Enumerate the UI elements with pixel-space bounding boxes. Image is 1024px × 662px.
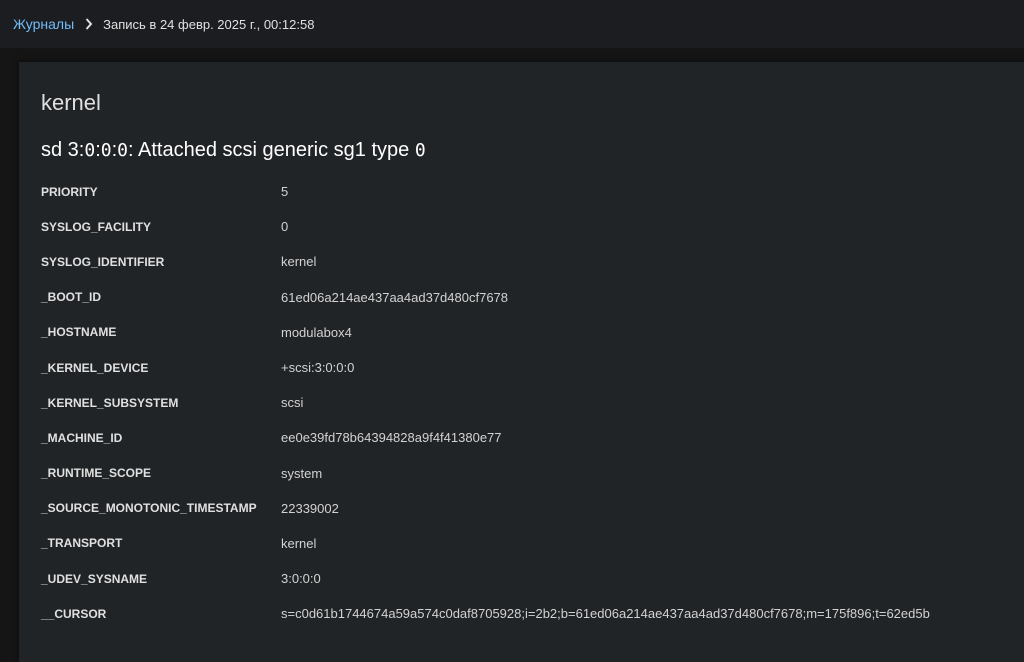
message-digit: 0 — [100, 140, 112, 161]
field-key: SYSLOG_IDENTIFIER — [41, 254, 165, 269]
field-row: _TRANSPORT kernel — [41, 526, 1024, 561]
breadcrumb-logs-link[interactable]: Журналы — [13, 16, 74, 32]
field-row: _UDEV_SYSNAME 3:0:0:0 — [41, 561, 1024, 596]
field-value: kernel — [281, 254, 317, 270]
field-value: kernel — [281, 535, 317, 551]
field-key: _RUNTIME_SCOPE — [41, 466, 152, 481]
field-value: 3:0:0:0 — [281, 571, 321, 587]
breadcrumb: Журналы Запись в 24 февр. 2025 г., 00:12… — [13, 16, 314, 32]
field-value: 61ed06a214ae437aa4ad37d480cf7678 — [281, 289, 509, 305]
field-value: modulabox4 — [281, 324, 352, 340]
field-key: _MACHINE_ID — [41, 430, 123, 445]
entry-message: sd 3:0:0:0: Attached scsi generic sg1 ty… — [41, 139, 426, 162]
field-key: PRIORITY — [41, 184, 98, 199]
message-digit: 0 — [117, 140, 129, 161]
field-value: ee0e39fd78b64394828a9f4f41380e77 — [281, 430, 502, 446]
field-row: _KERNEL_SUBSYSTEM scsi — [41, 385, 1024, 420]
log-entry-card: kernel sd 3:0:0:0: Attached scsi generic… — [19, 62, 1024, 662]
message-digit: 0 — [84, 140, 96, 161]
message-text: : Attached scsi generic sg1 type — [128, 139, 415, 161]
entry-fields-table: PRIORITY 5 SYSLOG_FACILITY 0 SYSLOG_IDEN… — [41, 174, 1024, 631]
field-row: __CURSOR s=c0d61b1744674a59a574c0daf8705… — [41, 596, 1024, 631]
field-value: 0 — [281, 219, 289, 235]
chevron-right-icon — [85, 17, 93, 31]
field-row: _MACHINE_ID ee0e39fd78b64394828a9f4f4138… — [41, 420, 1024, 455]
field-key: SYSLOG_FACILITY — [41, 219, 152, 234]
field-key: _BOOT_ID — [41, 290, 102, 305]
field-value: s=c0d61b1744674a59a574c0daf8705928;i=2b2… — [281, 606, 930, 622]
field-row: _HOSTNAME modulabox4 — [41, 315, 1024, 350]
message-digit: 0 — [414, 140, 426, 161]
field-key: _TRANSPORT — [41, 536, 123, 551]
message-text: sd 3: — [41, 139, 85, 161]
field-value: scsi — [281, 395, 304, 411]
field-value: 22339002 — [281, 500, 339, 516]
field-value: system — [281, 465, 323, 481]
field-key: __CURSOR — [41, 606, 107, 621]
field-key: _HOSTNAME — [41, 325, 117, 340]
field-row: SYSLOG_FACILITY 0 — [41, 209, 1024, 244]
field-row: _KERNEL_DEVICE +scsi:3:0:0:0 — [41, 350, 1024, 385]
field-key: _UDEV_SYSNAME — [41, 571, 148, 586]
field-value: +scsi:3:0:0:0 — [281, 360, 355, 376]
field-row: _RUNTIME_SCOPE system — [41, 456, 1024, 491]
page-header: Журналы Запись в 24 февр. 2025 г., 00:12… — [0, 0, 1024, 48]
breadcrumb-current-entry: Запись в 24 февр. 2025 г., 00:12:58 — [103, 16, 315, 32]
field-row: SYSLOG_IDENTIFIER kernel — [41, 244, 1024, 279]
field-key: _SOURCE_MONOTONIC_TIMESTAMP — [41, 501, 257, 516]
field-key: _KERNEL_DEVICE — [41, 360, 149, 375]
entry-title: kernel — [41, 90, 101, 115]
field-value: 5 — [281, 184, 289, 200]
field-row: PRIORITY 5 — [41, 174, 1024, 209]
field-row: _BOOT_ID 61ed06a214ae437aa4ad37d480cf767… — [41, 280, 1024, 315]
field-row: _SOURCE_MONOTONIC_TIMESTAMP 22339002 — [41, 491, 1024, 526]
field-key: _KERNEL_SUBSYSTEM — [41, 395, 179, 410]
